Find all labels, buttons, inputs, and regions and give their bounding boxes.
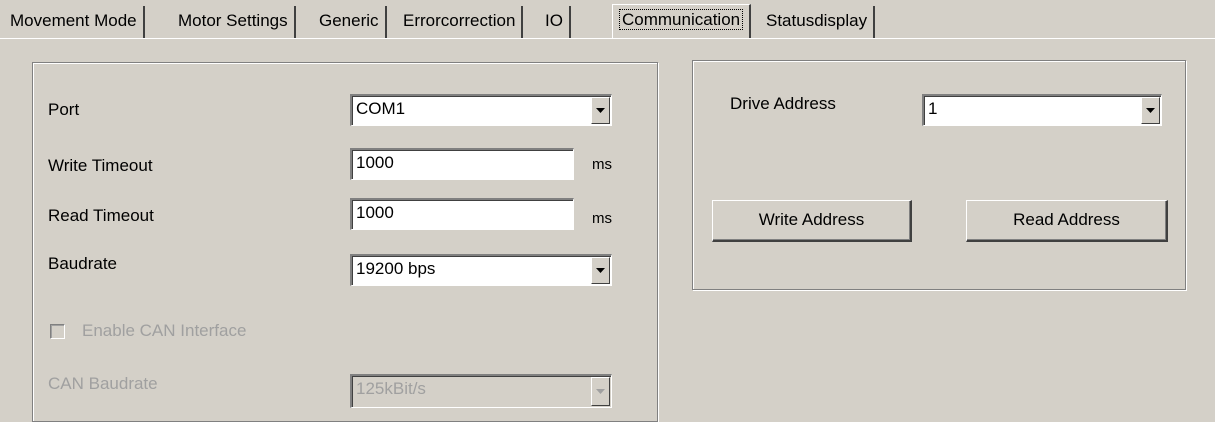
drive-address-label: Drive Address [730,94,836,113]
tab-io[interactable]: IO [539,6,571,38]
tab-label: Statusdisplay [766,11,868,30]
read-address-label: Read Address [1013,210,1120,229]
chevron-down-icon[interactable] [591,377,610,406]
tab-label: Communication [619,9,744,30]
drive-address-value: 1 [928,99,938,118]
chevron-down-icon[interactable] [591,257,610,284]
tab-baseline [0,38,1215,39]
read-address-button[interactable]: Read Address [966,200,1168,242]
tab-label: Motor Settings [178,11,288,30]
baudrate-label: Baudrate [48,254,117,273]
write-address-label: Write Address [758,210,865,229]
chevron-down-icon[interactable] [1141,97,1160,124]
tab-movement-mode[interactable]: Movement Mode [4,6,145,38]
write-timeout-input[interactable]: 1000 [350,148,574,180]
read-timeout-input[interactable]: 1000 [350,198,574,230]
read-timeout-unit: ms [592,210,612,227]
port-value: COM1 [356,99,406,118]
write-timeout-unit: ms [592,156,612,173]
can-baudrate-value: 125kBit/s [356,379,426,398]
tab-label: IO [545,11,563,30]
tab-statusdisplay[interactable]: Statusdisplay [760,6,876,38]
read-timeout-label: Read Timeout [48,206,154,225]
tab-label: Movement Mode [10,11,137,30]
write-timeout-value: 1000 [356,153,394,172]
can-baudrate-label: CAN Baudrate [48,374,158,393]
enable-can-checkbox[interactable] [50,324,65,339]
tab-generic[interactable]: Generic [313,6,387,38]
baudrate-value: 19200 bps [356,259,436,278]
tab-communication[interactable]: Communication [612,4,752,38]
port-select[interactable]: COM1 [350,94,612,126]
enable-can-label: Enable CAN Interface [82,321,247,340]
tab-label: Errorcorrection [403,11,516,30]
port-label: Port [48,100,80,119]
baudrate-select[interactable]: 19200 bps [350,254,612,286]
write-timeout-label: Write Timeout [48,156,153,175]
tab-motor-settings[interactable]: Motor Settings [172,6,296,38]
tab-label: Generic [319,11,379,30]
can-baudrate-select[interactable]: 125kBit/s [350,374,612,408]
drive-address-select[interactable]: 1 [922,94,1162,126]
tab-errorcorrection[interactable]: Errorcorrection [397,6,524,38]
tab-strip: Movement Mode Motor Settings Generic Err… [0,0,1215,40]
read-timeout-value: 1000 [356,203,394,222]
write-address-button[interactable]: Write Address [712,200,912,242]
chevron-down-icon[interactable] [591,97,610,124]
